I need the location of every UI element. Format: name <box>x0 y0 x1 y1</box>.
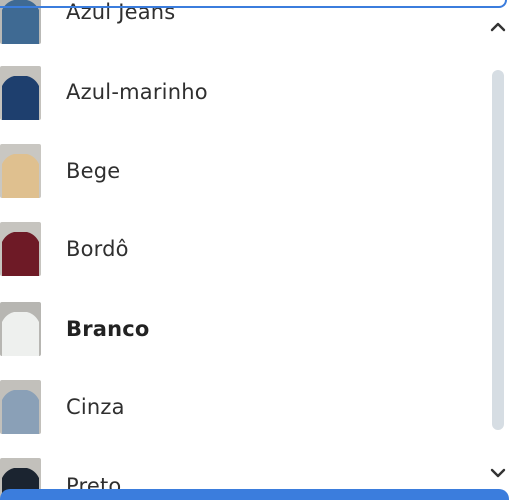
option-label: Bordô <box>66 237 129 261</box>
sweater-thumbnail <box>0 144 41 198</box>
list-item-cinza[interactable]: Cinza <box>0 368 484 446</box>
sweater-thumbnail <box>0 222 41 276</box>
list-item-branco[interactable]: Branco <box>0 290 484 368</box>
chevron-down-icon[interactable] <box>488 464 508 482</box>
list-item-azul-jeans[interactable]: Azul Jeans <box>0 0 484 56</box>
list-item-bege[interactable]: Bege <box>0 134 484 212</box>
option-label-selected: Branco <box>66 317 150 341</box>
color-dropdown: Azul Jeans Azul-marinho Bege Bordô Branc… <box>0 0 509 500</box>
sweater-thumbnail <box>0 302 41 356</box>
chevron-up-icon[interactable] <box>488 18 508 36</box>
list-item-bordo[interactable]: Bordô <box>0 212 484 290</box>
dropdown-border-top <box>0 0 507 8</box>
option-label: Cinza <box>66 395 125 419</box>
option-label: Azul-marinho <box>66 80 208 104</box>
scrollbar-thumb[interactable] <box>492 70 504 430</box>
options-list[interactable]: Azul Jeans Azul-marinho Bege Bordô Branc… <box>0 0 484 500</box>
list-item-azul-marinho[interactable]: Azul-marinho <box>0 56 484 134</box>
sweater-thumbnail <box>0 66 41 120</box>
dropdown-border-bottom <box>0 489 509 500</box>
sweater-thumbnail <box>0 380 41 434</box>
option-label: Bege <box>66 159 121 183</box>
